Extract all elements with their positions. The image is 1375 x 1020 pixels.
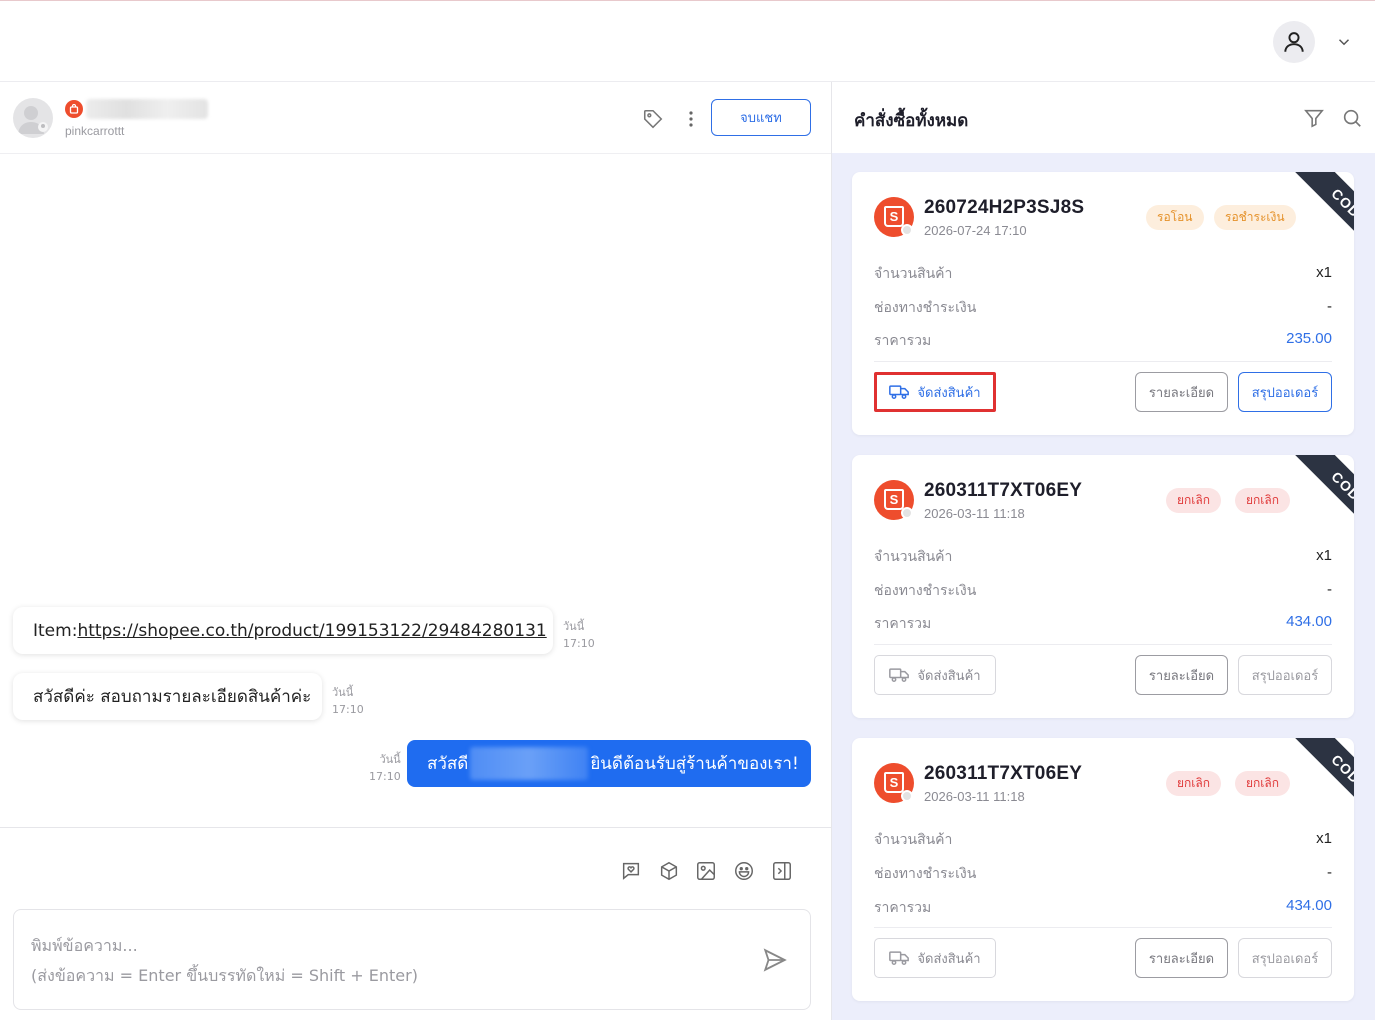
order-date: 2026-07-24 17:10 xyxy=(924,223,1027,238)
status-badge: รอโอน xyxy=(1146,205,1204,230)
message-bubble-outgoing: สวัสดี ยินดีต้อนรับสู่ร้านค้าของเรา! xyxy=(407,740,811,787)
end-chat-button[interactable]: จบแชท xyxy=(711,99,811,136)
greeting-text: สวัสดี xyxy=(427,754,469,774)
emoji-icon[interactable] xyxy=(733,860,755,882)
shopee-logo-icon: S xyxy=(874,480,914,520)
tag-icon[interactable] xyxy=(642,108,664,130)
quantity-label: จำนวนสินค้า xyxy=(874,549,953,565)
total-label: ราคารวม xyxy=(874,616,932,632)
payment-status-badge: ยกเลิก xyxy=(1235,771,1291,796)
default-avatar-icon xyxy=(18,106,48,134)
image-icon[interactable] xyxy=(695,860,717,882)
payment-value: - xyxy=(1327,581,1332,598)
order-card: COD S 260724H2P3SJ8S 2026-07-24 17:10 รอ… xyxy=(852,172,1354,435)
status-badge: ยกเลิก xyxy=(1166,771,1222,796)
detail-button[interactable]: รายละเอียด xyxy=(1135,372,1228,412)
payment-label: ช่องทางชำระเงิน xyxy=(874,866,977,882)
composer-placeholder-hint: (ส่งข้อความ = Enter ขึ้นบรรทัดใหม่ = Shi… xyxy=(31,966,418,985)
status-badge: ยกเลิก xyxy=(1166,488,1222,513)
truck-icon xyxy=(889,951,910,965)
card-divider xyxy=(874,361,1332,362)
payment-value: - xyxy=(1327,298,1332,315)
payment-status-badge: รอชำระเงิน xyxy=(1214,205,1296,230)
order-id: 260724H2P3SJ8S xyxy=(924,197,1085,218)
order-id: 260311T7XT06EY xyxy=(924,763,1083,784)
detail-button[interactable]: รายละเอียด xyxy=(1135,938,1228,978)
filter-icon[interactable] xyxy=(1303,107,1325,129)
user-avatar[interactable] xyxy=(1273,21,1315,63)
orders-title: คำสั่งซื้อทั้งหมด xyxy=(854,111,969,131)
cod-ribbon: COD xyxy=(1293,738,1354,822)
chat-header: pinkcarrottt จบแชท xyxy=(0,82,831,154)
summary-button[interactable]: สรุปออเดอร์ xyxy=(1238,938,1332,978)
total-value: 434.00 xyxy=(1286,613,1332,630)
quantity-value: x1 xyxy=(1316,264,1332,281)
order-card: COD S 260311T7XT06EY 2026-03-11 11:18 ยก… xyxy=(852,455,1354,718)
more-options-icon[interactable] xyxy=(681,108,701,130)
total-label: ราคารวม xyxy=(874,333,932,349)
orders-header: คำสั่งซื้อทั้งหมด xyxy=(832,82,1375,153)
message-timestamp: วันนี้ 17:10 xyxy=(369,753,401,783)
sticker-icon[interactable] xyxy=(620,860,642,882)
shopee-logo-icon: S xyxy=(874,763,914,803)
shopee-logo-icon: S xyxy=(874,197,914,237)
cod-ribbon: COD xyxy=(1293,172,1354,256)
orders-panel: คำสั่งซื้อทั้งหมด COD S 260724H2P3SJ8S 2… xyxy=(832,82,1375,1020)
total-value: 434.00 xyxy=(1286,897,1332,914)
order-date: 2026-03-11 11:18 xyxy=(924,789,1025,804)
message-text: สวัสดีค่ะ สอบถามรายละเอียดสินค้าค่ะ xyxy=(33,687,312,707)
customer-avatar xyxy=(13,98,53,138)
welcome-text: ยินดีต้อนรับสู่ร้านค้าของเรา! xyxy=(590,754,799,774)
ship-button[interactable]: จัดส่งสินค้า xyxy=(874,655,996,695)
message-bubble-incoming: สวัสดีค่ะ สอบถามรายละเอียดสินค้าค่ะ xyxy=(13,673,322,720)
payment-label: ช่องทางชำระเงิน xyxy=(874,583,977,599)
message-composer[interactable]: พิมพ์ข้อความ... (ส่งข้อความ = Enter ขึ้น… xyxy=(13,909,811,1010)
card-divider xyxy=(874,644,1332,645)
chat-panel: pinkcarrottt จบแชท Item: https://shopee.… xyxy=(0,82,832,1020)
truck-icon xyxy=(889,668,910,682)
truck-icon xyxy=(889,385,910,399)
customer-name-redacted xyxy=(470,747,589,780)
customer-username: pinkcarrottt xyxy=(65,124,125,138)
composer-divider xyxy=(0,827,831,828)
total-value: 235.00 xyxy=(1286,330,1332,347)
summary-button[interactable]: สรุปออเดอร์ xyxy=(1238,655,1332,695)
composer-placeholder: พิมพ์ข้อความ... xyxy=(31,936,138,955)
message-timestamp: วันนี้ 17:10 xyxy=(332,686,364,716)
send-icon[interactable] xyxy=(762,947,788,973)
cod-ribbon: COD xyxy=(1293,455,1354,539)
chevron-down-icon[interactable] xyxy=(1335,33,1353,51)
shopee-badge-icon xyxy=(65,100,83,118)
ship-button[interactable]: จัดส่งสินค้า xyxy=(874,372,996,412)
order-card: COD S 260311T7XT06EY 2026-03-11 11:18 ยก… xyxy=(852,738,1354,1001)
product-link[interactable]: https://shopee.co.th/product/199153122/2… xyxy=(77,621,546,641)
message-prefix: Item: xyxy=(33,620,78,641)
payment-status-badge: ยกเลิก xyxy=(1235,488,1291,513)
message-bubble-item-link: Item: https://shopee.co.th/product/19915… xyxy=(13,607,553,654)
detail-button[interactable]: รายละเอียด xyxy=(1135,655,1228,695)
summary-button[interactable]: สรุปออเดอร์ xyxy=(1238,372,1332,412)
product-box-icon[interactable] xyxy=(658,860,680,882)
payment-value: - xyxy=(1327,864,1332,881)
user-icon xyxy=(1284,32,1304,52)
order-date: 2026-03-11 11:18 xyxy=(924,506,1025,521)
top-bar xyxy=(0,0,1375,82)
panel-toggle-icon[interactable] xyxy=(771,860,793,882)
quantity-value: x1 xyxy=(1316,830,1332,847)
message-timestamp: วันนี้ 17:10 xyxy=(563,620,595,650)
quantity-label: จำนวนสินค้า xyxy=(874,266,953,282)
total-label: ราคารวม xyxy=(874,900,932,916)
quantity-label: จำนวนสินค้า xyxy=(874,832,953,848)
card-divider xyxy=(874,927,1332,928)
order-id: 260311T7XT06EY xyxy=(924,480,1083,501)
customer-name-redacted xyxy=(86,99,208,119)
payment-label: ช่องทางชำระเงิน xyxy=(874,300,977,316)
ship-button[interactable]: จัดส่งสินค้า xyxy=(874,938,996,978)
quantity-value: x1 xyxy=(1316,547,1332,564)
search-icon[interactable] xyxy=(1341,107,1363,129)
